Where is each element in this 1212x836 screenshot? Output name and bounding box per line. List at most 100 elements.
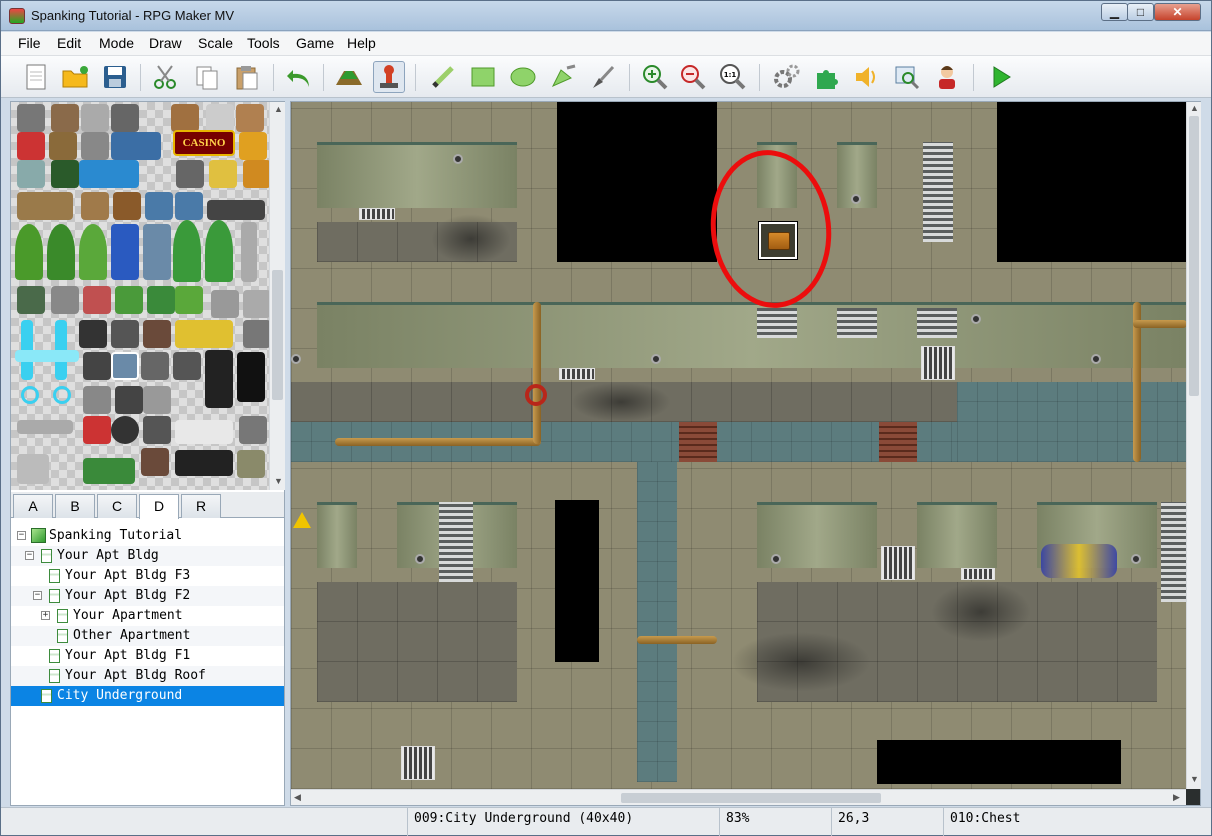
close-button[interactable]: ✕ [1154, 3, 1201, 21]
tile-swatch[interactable] [51, 104, 79, 132]
tree-item-project[interactable]: − Spanking Tutorial [11, 526, 284, 546]
tile-swatch[interactable] [17, 192, 73, 220]
tree-item-map[interactable]: + Your Apartment [11, 606, 284, 626]
ellipse-icon[interactable] [507, 61, 539, 93]
tile-swatch[interactable] [145, 192, 173, 220]
tile-swatch[interactable] [49, 132, 77, 160]
tile-swatch[interactable] [111, 104, 139, 132]
event-mode-icon[interactable] [373, 61, 405, 93]
tile-swatch[interactable] [83, 416, 111, 444]
tile-swatch[interactable] [207, 200, 265, 220]
tile-swatch[interactable] [115, 286, 143, 314]
tile-swatch[interactable] [21, 386, 39, 404]
tile-swatch[interactable] [141, 352, 169, 380]
plugin-manager-icon[interactable] [811, 61, 843, 93]
tile-swatch[interactable] [17, 160, 45, 188]
tile-swatch[interactable] [143, 224, 171, 280]
tile-swatch[interactable] [243, 290, 269, 318]
tile-swatch[interactable] [17, 104, 45, 132]
menu-help[interactable]: Help [347, 35, 376, 51]
tile-swatch[interactable] [83, 386, 111, 414]
menu-draw[interactable]: Draw [149, 35, 182, 51]
map-vertical-scrollbar[interactable]: ▲ ▼ [1186, 102, 1201, 789]
tile-swatch[interactable] [17, 286, 45, 314]
database-icon[interactable] [771, 61, 803, 93]
save-project-icon[interactable] [99, 61, 131, 93]
playtest-icon[interactable] [985, 61, 1017, 93]
scroll-up-icon[interactable]: ▲ [1190, 103, 1199, 113]
tile-swatch[interactable] [236, 104, 264, 132]
minimize-button[interactable]: ▁ [1101, 3, 1128, 21]
tileset-palette[interactable]: CASINO [11, 102, 269, 490]
tree-item-map[interactable]: Your Apt Bldg F1 [11, 646, 284, 666]
scroll-left-icon[interactable]: ◀ [294, 792, 301, 803]
tree-item-map[interactable]: − Your Apt Bldg [11, 546, 284, 566]
tile-swatch[interactable] [111, 416, 139, 444]
tileset-scrollbar[interactable]: ▲ ▼ [269, 102, 285, 490]
tile-swatch[interactable] [53, 386, 71, 404]
tree-item-map[interactable]: Your Apt Bldg Roof [11, 666, 284, 686]
zoom-in-icon[interactable] [639, 61, 671, 93]
tab-b[interactable]: B [55, 494, 95, 518]
tile-swatch[interactable] [111, 352, 139, 380]
tile-swatch[interactable] [51, 286, 79, 314]
tile-swatch[interactable] [15, 350, 79, 362]
tile-swatch[interactable] [83, 458, 135, 484]
new-project-icon[interactable] [20, 61, 52, 93]
tile-swatch[interactable] [237, 450, 265, 478]
paste-icon[interactable] [231, 61, 263, 93]
collapse-icon[interactable]: − [25, 551, 34, 560]
tile-swatch[interactable] [175, 192, 203, 220]
scroll-down-icon[interactable]: ▼ [274, 476, 283, 486]
map-horizontal-scroll-thumb[interactable] [621, 793, 881, 803]
tree-item-map[interactable]: Your Apt Bldg F3 [11, 566, 284, 586]
zoom-out-icon[interactable] [677, 61, 709, 93]
tile-swatch[interactable] [239, 416, 267, 444]
tile-swatch[interactable] [111, 132, 161, 160]
undo-icon[interactable] [283, 61, 315, 93]
tile-swatch[interactable] [206, 104, 234, 132]
tile-swatch[interactable] [79, 320, 107, 348]
tile-swatch[interactable] [205, 220, 233, 282]
tile-swatch[interactable] [173, 220, 201, 282]
tile-swatch[interactable] [17, 454, 49, 484]
flood-fill-icon[interactable] [547, 61, 579, 93]
tile-swatch[interactable] [175, 420, 233, 444]
menu-mode[interactable]: Mode [99, 35, 134, 51]
tree-item-map[interactable]: Other Apartment [11, 626, 284, 646]
menu-file[interactable]: File [18, 35, 41, 51]
casino-sign-tile[interactable]: CASINO [173, 130, 235, 156]
collapse-icon[interactable]: − [17, 531, 26, 540]
scroll-up-icon[interactable]: ▲ [274, 104, 283, 114]
tile-swatch[interactable] [147, 286, 175, 314]
tile-swatch[interactable] [241, 222, 257, 282]
tile-swatch[interactable] [173, 352, 201, 380]
tile-swatch[interactable] [176, 160, 204, 188]
tile-swatch[interactable] [143, 416, 171, 444]
menu-scale[interactable]: Scale [198, 35, 233, 51]
tile-swatch[interactable] [111, 320, 139, 348]
tile-swatch[interactable] [243, 320, 269, 348]
tree-item-map-selected[interactable]: City Underground [11, 686, 284, 706]
tile-swatch[interactable] [17, 132, 45, 160]
tile-swatch[interactable] [81, 192, 109, 220]
tile-swatch[interactable] [141, 448, 169, 476]
tile-swatch[interactable] [81, 104, 109, 132]
tile-swatch[interactable] [79, 224, 107, 280]
tile-swatch[interactable] [17, 420, 73, 434]
scroll-down-icon[interactable]: ▼ [1190, 774, 1199, 784]
tile-swatch[interactable] [205, 350, 233, 408]
actual-size-icon[interactable]: 1:1 [717, 61, 749, 93]
tile-swatch[interactable] [15, 224, 43, 280]
tile-swatch[interactable] [237, 352, 265, 402]
tile-swatch[interactable] [175, 320, 233, 348]
expand-icon[interactable]: + [41, 611, 50, 620]
pencil-icon[interactable] [427, 61, 459, 93]
tab-r[interactable]: R [181, 494, 221, 518]
copy-icon[interactable] [191, 61, 223, 93]
tile-swatch[interactable] [83, 352, 111, 380]
tab-c[interactable]: C [97, 494, 137, 518]
tile-swatch[interactable] [175, 450, 233, 476]
tile-swatch[interactable] [209, 160, 237, 188]
tile-swatch[interactable] [171, 104, 199, 132]
